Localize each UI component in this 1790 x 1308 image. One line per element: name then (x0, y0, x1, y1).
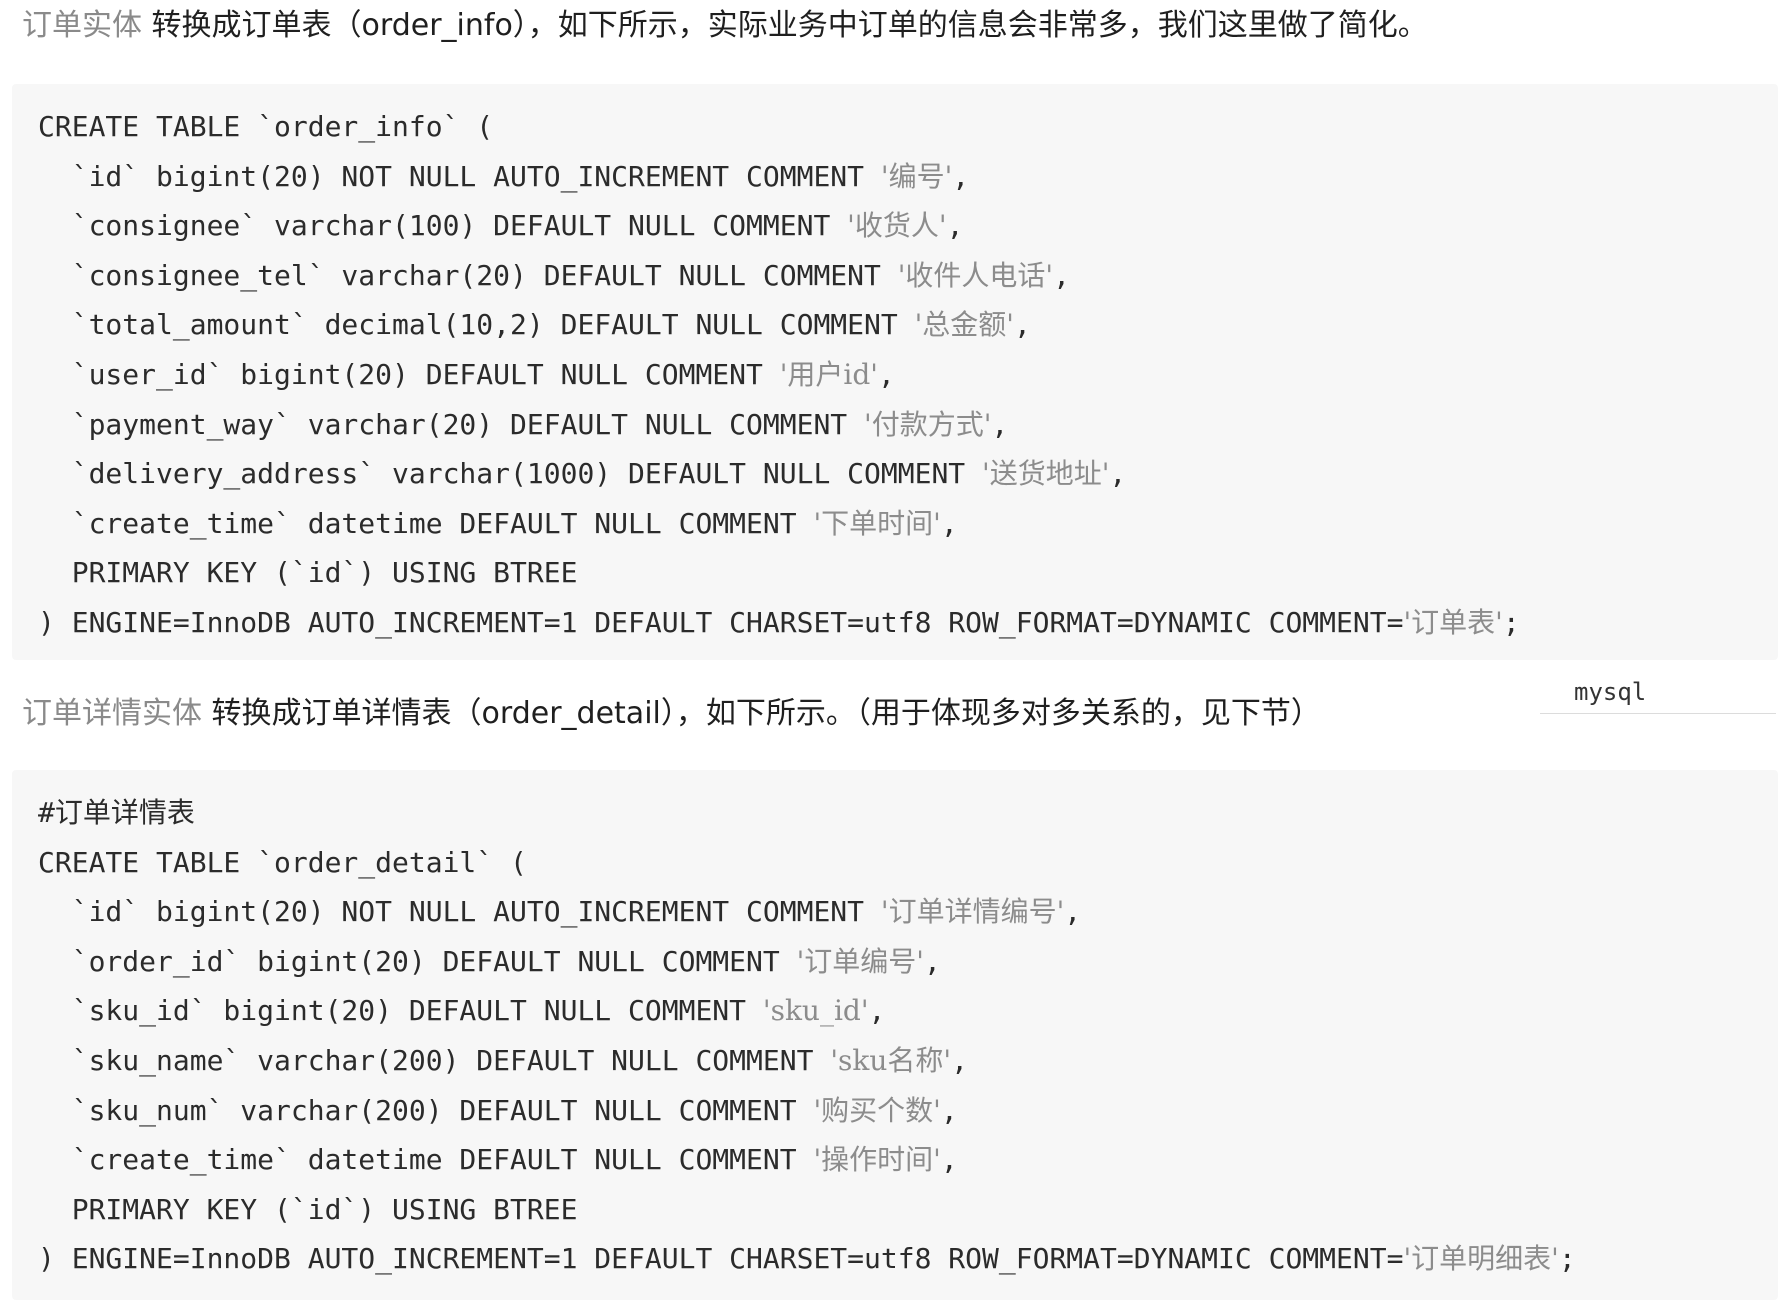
code-line: `consignee` varchar(100) DEFAULT NULL CO… (38, 209, 964, 243)
comment-string: '购买个数' (813, 1093, 941, 1127)
code-block-order-detail[interactable]: #订单详情表 CREATE TABLE `order_detail` ( `id… (12, 770, 1778, 1300)
comment-string: '用户id' (779, 357, 879, 391)
comment-string: '下单时间' (813, 506, 941, 540)
code-line: `consignee_tel` varchar(20) DEFAULT NULL… (38, 258, 1070, 292)
code-block-order-info[interactable]: CREATE TABLE `order_info` ( `id` bigint(… (12, 84, 1778, 660)
code-line: `order_id` bigint(20) DEFAULT NULL COMME… (38, 944, 941, 978)
code-line: `id` bigint(20) NOT NULL AUTO_INCREMENT … (38, 895, 1082, 929)
comment-string: '收件人电话' (897, 258, 1054, 292)
code-line: CREATE TABLE `order_detail` ( (38, 845, 527, 879)
entity-label: 订单实体 (22, 8, 142, 43)
code-line: `create_time` datetime DEFAULT NULL COMM… (38, 506, 958, 540)
code-line: CREATE TABLE `order_info` ( (38, 110, 494, 143)
code-line: PRIMARY KEY (`id`) USING BTREE (38, 556, 578, 590)
comment-string: '操作时间' (813, 1143, 941, 1177)
code-line: `sku_num` varchar(200) DEFAULT NULL COMM… (38, 1093, 958, 1127)
code-line: #订单详情表 (38, 796, 195, 829)
code-lines: #订单详情表 CREATE TABLE `order_detail` ( `id… (38, 788, 1576, 1284)
code-language-selector[interactable]: mysql (1540, 670, 1776, 714)
code-line: `user_id` bigint(20) DEFAULT NULL COMMEN… (38, 357, 895, 391)
comment-string: '订单表' (1403, 605, 1503, 639)
code-line: `create_time` datetime DEFAULT NULL COMM… (38, 1143, 958, 1177)
paragraph-text: 转换成订单表（order_info），如下所示，实际业务中订单的信息会非常多，我… (151, 8, 1428, 43)
paragraph-order-info: 订单实体 转换成订单表（order_info），如下所示，实际业务中订单的信息会… (22, 4, 1428, 48)
code-line: `sku_id` bigint(20) DEFAULT NULL COMMENT… (38, 994, 886, 1028)
code-lines: CREATE TABLE `order_info` ( `id` bigint(… (38, 102, 1520, 648)
code-line: `payment_way` varchar(20) DEFAULT NULL C… (38, 407, 1009, 441)
code-line: PRIMARY KEY (`id`) USING BTREE (38, 1192, 578, 1226)
entity-label: 订单详情实体 (22, 696, 202, 731)
code-line: `total_amount` decimal(10,2) DEFAULT NUL… (38, 308, 1031, 342)
comment-string: '编号' (880, 159, 953, 193)
paragraph-order-detail: 订单详情实体 转换成订单详情表（order_detail），如下所示。（用于体现… (22, 692, 1321, 736)
code-line: ) ENGINE=InnoDB AUTO_INCREMENT=1 DEFAULT… (38, 1242, 1576, 1276)
code-line: `id` bigint(20) NOT NULL AUTO_INCREMENT … (38, 159, 970, 193)
comment-string: '订单编号' (796, 944, 924, 978)
comment-string: '收货人' (847, 209, 947, 243)
code-line: ) ENGINE=InnoDB AUTO_INCREMENT=1 DEFAULT… (38, 605, 1520, 639)
comment-string: '付款方式' (864, 407, 992, 441)
comment-string: '送货地址' (982, 457, 1110, 491)
comment-string: 'sku名称' (830, 1043, 952, 1077)
comment-string: '总金额' (914, 308, 1014, 342)
paragraph-text: 转换成订单详情表（order_detail），如下所示。（用于体现多对多关系的，… (211, 696, 1321, 731)
comment-string: '订单详情编号' (880, 895, 1065, 929)
comment-string: 'sku_id' (762, 994, 869, 1028)
code-line: `sku_name` varchar(200) DEFAULT NULL COM… (38, 1043, 968, 1077)
comment-string: '订单明细表' (1403, 1242, 1559, 1276)
code-line: `delivery_address` varchar(1000) DEFAULT… (38, 457, 1127, 491)
